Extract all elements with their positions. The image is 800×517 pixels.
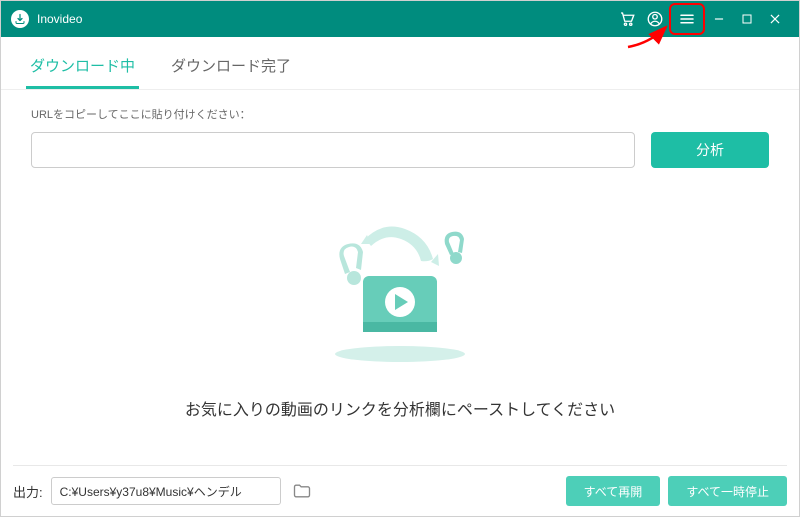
output-label: 出力:	[13, 482, 43, 501]
analyze-button[interactable]: 分析	[651, 132, 769, 168]
pause-all-button[interactable]: すべて一時停止	[668, 476, 787, 506]
url-input[interactable]	[31, 132, 635, 168]
tab-completed[interactable]: ダウンロード完了	[167, 55, 295, 89]
empty-illustration	[305, 214, 495, 364]
app-title: Inovideo	[37, 12, 82, 26]
footer-divider	[13, 465, 787, 466]
tabs: ダウンロード中 ダウンロード完了	[1, 37, 799, 90]
tab-downloading[interactable]: ダウンロード中	[26, 55, 139, 89]
cart-icon[interactable]	[613, 5, 641, 33]
resume-all-button[interactable]: すべて再開	[566, 476, 661, 506]
footer: 出力: すべて再開 すべて一時停止	[1, 476, 799, 506]
output-path-input[interactable]	[51, 477, 281, 505]
app-logo	[11, 10, 29, 28]
empty-message: お気に入りの動画のリンクを分析欄にペーストしてください	[1, 396, 799, 420]
url-label: URLをコピーしてここに貼り付けください：	[31, 106, 769, 122]
empty-state: お気に入りの動画のリンクを分析欄にペーストしてください	[1, 174, 799, 450]
user-icon[interactable]	[641, 5, 669, 33]
url-section: URLをコピーしてここに貼り付けください： 分析	[1, 90, 799, 174]
menu-highlight-annotation	[669, 3, 705, 35]
menu-icon[interactable]	[673, 5, 701, 33]
maximize-icon[interactable]	[733, 5, 761, 33]
browse-folder-icon[interactable]	[289, 478, 315, 504]
minimize-icon[interactable]	[705, 5, 733, 33]
titlebar: Inovideo	[1, 1, 799, 37]
close-icon[interactable]	[761, 5, 789, 33]
